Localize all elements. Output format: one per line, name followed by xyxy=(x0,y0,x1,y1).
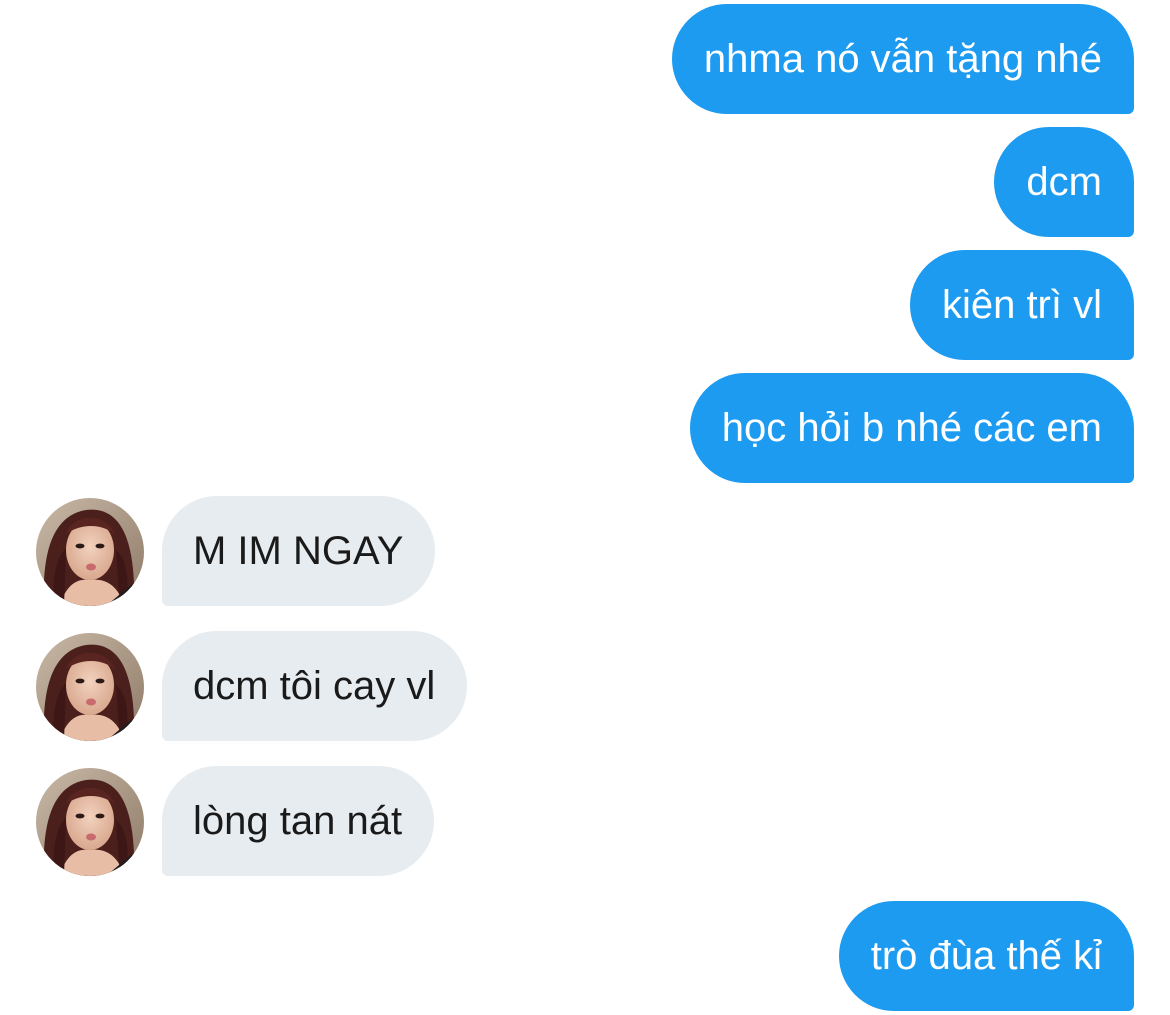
outgoing-message-bubble[interactable]: trò đùa thế kỉ xyxy=(838,901,1134,1011)
message-text: dcm xyxy=(1026,160,1102,204)
incoming-message-bubble[interactable]: dcm tôi cay vl xyxy=(162,631,468,741)
outgoing-message-bubble[interactable]: nhma nó vẫn tặng nhé xyxy=(671,4,1134,114)
outgoing-message-bubble[interactable]: học hỏi b nhé các em xyxy=(689,373,1134,483)
message-text: trò đùa thế kỉ xyxy=(870,934,1102,978)
outgoing-message-bubble[interactable]: dcm xyxy=(994,127,1134,237)
message-text: lòng tan nát xyxy=(193,799,403,843)
message-text: dcm tôi cay vl xyxy=(193,664,436,708)
message-text: M IM NGAY xyxy=(193,529,404,573)
message-text: kiên trì vl xyxy=(941,283,1102,327)
message-text: nhma nó vẫn tặng nhé xyxy=(703,37,1102,81)
incoming-message-bubble[interactable]: M IM NGAY xyxy=(162,496,436,606)
sender-avatar-icon[interactable] xyxy=(36,768,144,876)
message-text: học hỏi b nhé các em xyxy=(721,406,1102,450)
sender-avatar-icon[interactable] xyxy=(36,498,144,606)
sender-avatar-icon[interactable] xyxy=(36,633,144,741)
incoming-message-bubble[interactable]: lòng tan nát xyxy=(162,766,435,876)
outgoing-message-bubble[interactable]: kiên trì vl xyxy=(909,250,1134,360)
